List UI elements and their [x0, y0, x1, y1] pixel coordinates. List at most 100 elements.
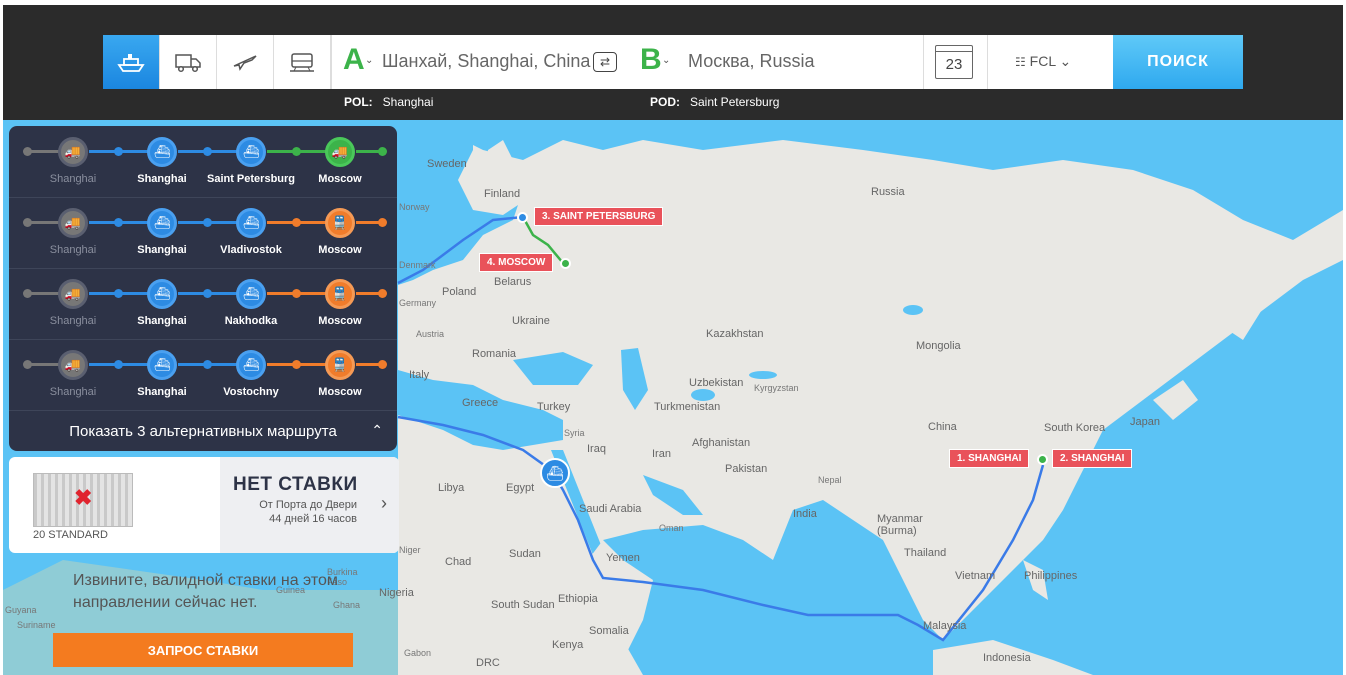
- container-icon: ☷: [1015, 55, 1026, 69]
- map-label: Philippines: [1024, 570, 1078, 582]
- ship-position-icon[interactable]: ⛴: [540, 458, 570, 488]
- rate-card[interactable]: ✖ 20 STANDARD НЕТ СТАВКИ От Порта до Две…: [9, 457, 399, 553]
- mode-air-button[interactable]: [217, 35, 274, 89]
- route-stop-label: Moscow: [318, 315, 362, 327]
- destination-marker[interactable]: [560, 258, 571, 269]
- map-label: Kazakhstan: [706, 328, 764, 340]
- map-tag-moscow[interactable]: 4. MOSCOW: [479, 253, 554, 272]
- map-label: India: [793, 508, 817, 520]
- rate-status: НЕТ СТАВКИ: [233, 474, 358, 495]
- map-label: Finland: [484, 188, 521, 200]
- calendar-icon[interactable]: 23: [935, 45, 973, 79]
- map-tag-shanghai-origin[interactable]: 1. SHANGHAI: [949, 449, 1030, 468]
- route-option[interactable]: 🚚 Shanghai ⛴ Shanghai ⛴ Nakhodka 🚆 Moscow: [9, 268, 397, 340]
- map-label: Pakistan: [725, 463, 768, 475]
- route-option[interactable]: 🚚 Shanghai ⛴ Shanghai ⛴ Vladivostok 🚆 Moscow: [9, 197, 397, 269]
- routes-panel: 🚚 Shanghai ⛴ Shanghai ⛴ Saint Petersburg 🚚 Mosc…: [9, 126, 397, 451]
- destination-input[interactable]: Москва, Russia: [688, 51, 814, 72]
- route-point: [114, 289, 123, 298]
- truck-icon: [175, 54, 201, 73]
- route-point: [203, 360, 212, 369]
- request-rate-button[interactable]: ЗАПРОС СТАВКИ: [53, 633, 353, 667]
- map-label: Niger: [399, 545, 421, 555]
- map-label: Afghanistan: [692, 437, 751, 449]
- map-label: Sweden: [427, 158, 467, 170]
- route-point: [23, 289, 32, 298]
- map-label: South Korea: [1044, 422, 1106, 434]
- chevron-right-icon[interactable]: ›: [381, 493, 387, 514]
- map-label: Nigeria: [379, 587, 414, 599]
- truck-icon: 🚚: [325, 137, 355, 167]
- route-stop-label: Shanghai: [137, 173, 187, 185]
- map-label: Turkmenistan: [654, 401, 721, 413]
- map-label: China: [928, 421, 957, 433]
- route-point: [114, 360, 123, 369]
- map-tag-saint-petersburg[interactable]: 3. SAINT PETERSBURG: [534, 207, 664, 226]
- map-label: Ethiopia: [558, 593, 598, 605]
- map-label: DRC: [476, 657, 500, 669]
- pol-info: POL: Shanghai: [344, 95, 433, 109]
- port-marker[interactable]: [517, 212, 528, 223]
- route-point: [378, 218, 387, 227]
- date-day: 23: [945, 56, 963, 73]
- map-label: Egypt: [506, 482, 535, 494]
- route-option[interactable]: 🚚 Shanghai ⛴ Shanghai ⛴ Saint Petersburg 🚚 Mosc…: [9, 126, 397, 198]
- chevron-down-icon[interactable]: ⌄: [365, 55, 373, 66]
- map-label: South Sudan: [491, 599, 555, 611]
- ship-icon: ⛴: [147, 350, 177, 380]
- route-option[interactable]: 🚚 Shanghai ⛴ Shanghai ⛴ Vostochny 🚆 Moscow: [9, 339, 397, 411]
- origin-marker[interactable]: [1037, 454, 1048, 465]
- train-icon: 🚆: [325, 350, 355, 380]
- map-label: Ukraine: [512, 315, 550, 327]
- map-label: Poland: [442, 286, 477, 298]
- route-point: [378, 289, 387, 298]
- map-tag-shanghai-port[interactable]: 2. SHANGHAI: [1052, 449, 1133, 468]
- map-label: Myanmar (Burma): [877, 513, 923, 537]
- origin-letter: A: [343, 43, 365, 76]
- mode-truck-button[interactable]: [160, 35, 217, 89]
- route-point: [203, 218, 212, 227]
- map-label: Japan: [1130, 416, 1160, 428]
- map-label: Uzbekistan: [689, 377, 744, 389]
- destination-letter: B: [640, 43, 662, 76]
- container-type-value: FCL: [1029, 53, 1056, 69]
- map-label: Chad: [445, 556, 472, 568]
- route-point: [23, 218, 32, 227]
- no-rate-x-icon: ✖: [74, 485, 93, 510]
- map-label: Oman: [659, 523, 684, 533]
- truck-icon: 🚚: [58, 137, 88, 167]
- pol-value: Shanghai: [382, 95, 434, 109]
- ship-icon: ⛴: [236, 137, 266, 167]
- map-label: Romania: [472, 348, 517, 360]
- chevron-down-icon[interactable]: ⌄: [662, 55, 670, 66]
- route-segment: [29, 150, 61, 153]
- route-point: [292, 360, 301, 369]
- origin-input[interactable]: Шанхай, Shanghai, China: [382, 51, 590, 72]
- transit-duration: 44 дней 16 часов: [269, 513, 357, 525]
- truck-icon: 🚚: [58, 350, 88, 380]
- swap-icon[interactable]: ⇄: [593, 52, 617, 72]
- service-type: От Порта до Двери: [259, 499, 357, 511]
- pod-label: POD:: [650, 95, 680, 109]
- route-segment: [29, 221, 61, 224]
- pod-info: POD: Saint Petersburg: [650, 95, 779, 109]
- mode-rail-button[interactable]: [274, 35, 331, 89]
- map-label: Norway: [399, 202, 430, 212]
- map-label: Gabon: [404, 648, 432, 658]
- train-icon: 🚆: [325, 279, 355, 309]
- ship-icon: ⛴: [236, 208, 266, 238]
- route-stop-label: Shanghai: [49, 386, 97, 398]
- route-stop-label: Shanghai: [49, 173, 97, 185]
- route-stop-label: Shanghai: [49, 315, 97, 327]
- map-label: Mongolia: [916, 340, 961, 352]
- train-icon: 🚆: [325, 208, 355, 238]
- search-button[interactable]: ПОИСК: [1113, 35, 1243, 89]
- map-label: Nepal: [818, 475, 842, 485]
- container-type-select[interactable]: ☷ FCL ⌄: [1015, 53, 1071, 70]
- mode-sea-button[interactable]: [103, 35, 160, 89]
- app-frame: A ⌄ Шанхай, Shanghai, China ⇄ B ⌄ Москва…: [3, 5, 1343, 675]
- route-point: [292, 218, 301, 227]
- show-alternatives-button[interactable]: Показать 3 альтернативных маршрута ⌃: [9, 412, 397, 451]
- search-bar: A ⌄ Шанхай, Shanghai, China ⇄ B ⌄ Москва…: [103, 35, 1243, 89]
- route-segment: [29, 363, 61, 366]
